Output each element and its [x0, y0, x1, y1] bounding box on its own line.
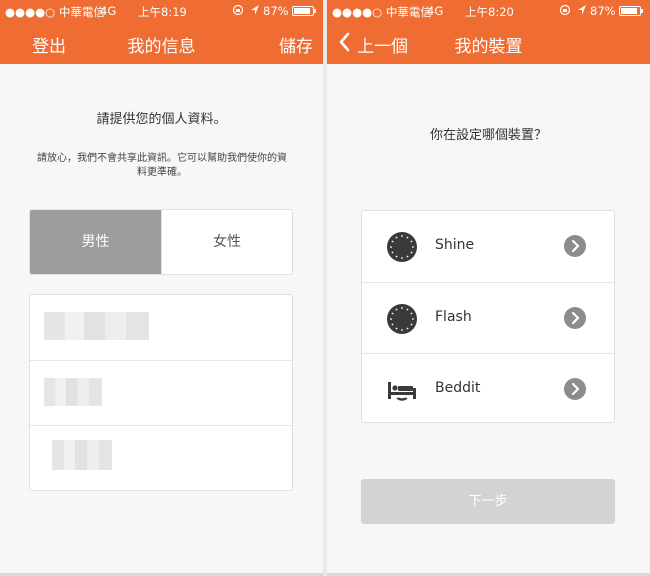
device-item-beddit[interactable]: Beddit [362, 353, 614, 424]
rotation-lock-icon [559, 4, 571, 19]
page-title: 我的裝置 [454, 37, 523, 57]
redacted-value [52, 440, 112, 470]
battery-icon [292, 6, 316, 16]
chevron-right-icon [564, 307, 586, 329]
location-arrow-icon [577, 4, 587, 19]
network-type: 4G [427, 4, 444, 18]
battery-icon [619, 6, 643, 16]
privacy-note: 請放心，我們不會共享此資訊。它可以幫助我們使你的資料更準確。 [37, 153, 287, 178]
device-label: Shine [435, 237, 475, 253]
chevron-right-icon [564, 235, 586, 257]
device-label: Beddit [435, 380, 481, 396]
network-type: 4G [100, 4, 117, 18]
battery-percent: 87% [263, 4, 289, 18]
info-field-3[interactable] [30, 425, 292, 490]
rotation-lock-icon [232, 4, 244, 19]
device-list: Shine Flash Beddit [361, 210, 615, 423]
location-arrow-icon [250, 4, 260, 19]
status-bar: ●●●●○ 中華電信 4G 上午8:20 87% [327, 0, 650, 22]
clock: 上午8:19 [138, 5, 187, 19]
redacted-value [44, 378, 102, 406]
shine-device-icon [386, 231, 418, 263]
content-area: 請提供您的個人資料。 請放心，我們不會共享此資訊。它可以幫助我們使你的資料更準確… [0, 64, 323, 576]
navigation-bar: 登出 我的信息 儲存 [0, 22, 323, 64]
personal-info-fields [29, 294, 293, 491]
my-device-screen: ●●●●○ 中華電信 4G 上午8:20 87% 上一個 我的裝置 你在設定哪個… [327, 0, 650, 576]
clock: 上午8:20 [465, 5, 514, 19]
chevron-right-icon [564, 378, 586, 400]
beddit-bed-icon [386, 374, 418, 406]
content-area: 你在設定哪個裝置？ Shine Flash Beddit 下一步 [327, 64, 650, 576]
carrier-text: ●●●●○ 中華電信 [332, 5, 432, 19]
my-info-screen: ●●●●○ 中華電信 4G 上午8:19 87% 登出 我的信息 儲存 請提供您… [0, 0, 323, 576]
info-field-2[interactable] [30, 360, 292, 425]
page-title: 我的信息 [127, 37, 196, 57]
carrier-text: ●●●●○ 中華電信 [5, 5, 105, 19]
flash-device-icon [386, 303, 418, 335]
save-button[interactable]: 儲存 [279, 32, 313, 57]
prompt-text: 請提供您的個人資料。 [96, 112, 227, 127]
gender-selector: 男性 女性 [29, 209, 293, 275]
device-item-shine[interactable]: Shine [362, 211, 614, 282]
info-field-1[interactable] [30, 295, 292, 360]
next-step-button[interactable]: 下一步 [361, 479, 615, 524]
status-bar: ●●●●○ 中華電信 4G 上午8:19 87% [0, 0, 323, 22]
device-question: 你在設定哪個裝置？ [429, 128, 547, 143]
device-item-flash[interactable]: Flash [362, 282, 614, 353]
battery-percent: 87% [590, 4, 616, 18]
navigation-bar: 上一個 我的裝置 [327, 22, 650, 64]
redacted-value [44, 312, 149, 340]
device-label: Flash [435, 309, 472, 325]
gender-female-option[interactable]: 女性 [161, 210, 292, 274]
gender-male-option[interactable]: 男性 [30, 210, 161, 274]
